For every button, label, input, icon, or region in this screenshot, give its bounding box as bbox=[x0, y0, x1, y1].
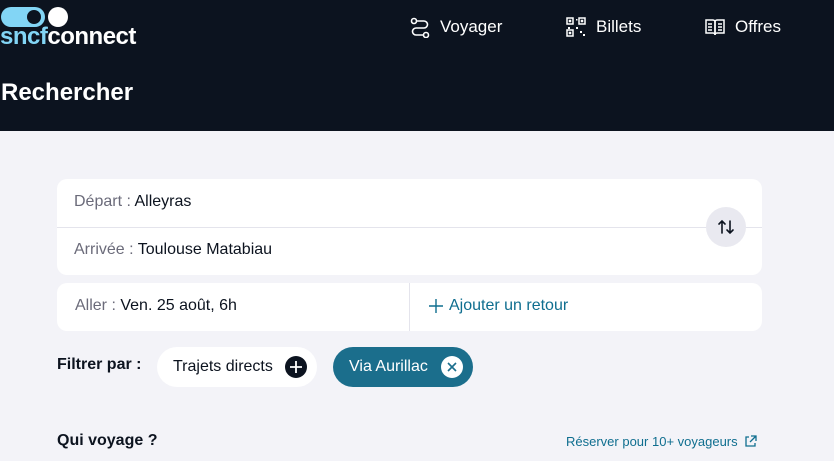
plus-icon bbox=[285, 356, 307, 378]
logo-text: sncfconnect bbox=[0, 23, 136, 50]
nav-voyager-label: Voyager bbox=[440, 17, 503, 36]
chip-via-aurillac[interactable]: Via Aurillac bbox=[333, 347, 473, 387]
aller-field[interactable]: Aller : Ven. 25 août, 6h bbox=[75, 297, 237, 315]
page-title: Rechercher bbox=[1, 79, 134, 106]
nav-billets[interactable]: Billets bbox=[565, 14, 641, 40]
arrivee-label: Arrivée : bbox=[74, 241, 134, 258]
nav-offres-label: Offres bbox=[735, 17, 781, 36]
nav-voyager[interactable]: Voyager bbox=[409, 14, 502, 40]
route-icon bbox=[410, 17, 430, 38]
add-return-button[interactable]: Ajouter un retour bbox=[429, 297, 568, 315]
arrivee-field[interactable]: Arrivée : Toulouse Matabiau bbox=[74, 241, 272, 259]
chip-trajets-directs-label: Trajets directs bbox=[173, 358, 273, 375]
nav-offres[interactable]: Offres bbox=[704, 14, 781, 40]
group-booking-label: Réserver pour 10+ voyageurs bbox=[566, 434, 738, 449]
depart-label: Départ : bbox=[74, 193, 131, 210]
header: sncfconnect Voyager Billets Offres Reche… bbox=[0, 0, 834, 131]
qr-code-icon bbox=[566, 17, 586, 37]
plus-icon bbox=[429, 299, 443, 313]
route-divider bbox=[57, 227, 762, 228]
depart-value: Alleyras bbox=[134, 193, 192, 210]
aller-value: Ven. 25 août, 6h bbox=[120, 297, 237, 314]
travelers-title: Qui voyage ? bbox=[57, 432, 158, 449]
external-link-icon bbox=[744, 435, 757, 447]
swap-button[interactable] bbox=[706, 207, 746, 247]
date-divider bbox=[409, 283, 410, 331]
depart-field[interactable]: Départ : Alleyras bbox=[74, 193, 191, 211]
nav-billets-label: Billets bbox=[596, 17, 642, 36]
filter-label: Filtrer par : bbox=[57, 356, 142, 373]
group-booking-link[interactable]: Réserver pour 10+ voyageurs bbox=[566, 434, 757, 449]
swap-vertical-icon bbox=[718, 219, 734, 235]
close-icon[interactable] bbox=[441, 356, 463, 378]
aller-label: Aller : bbox=[75, 297, 116, 314]
chip-trajets-directs[interactable]: Trajets directs bbox=[157, 347, 317, 387]
chip-via-aurillac-label: Via Aurillac bbox=[349, 358, 428, 375]
add-return-label: Ajouter un retour bbox=[449, 297, 569, 314]
arrivee-value: Toulouse Matabiau bbox=[137, 241, 273, 258]
open-book-icon bbox=[705, 19, 725, 36]
